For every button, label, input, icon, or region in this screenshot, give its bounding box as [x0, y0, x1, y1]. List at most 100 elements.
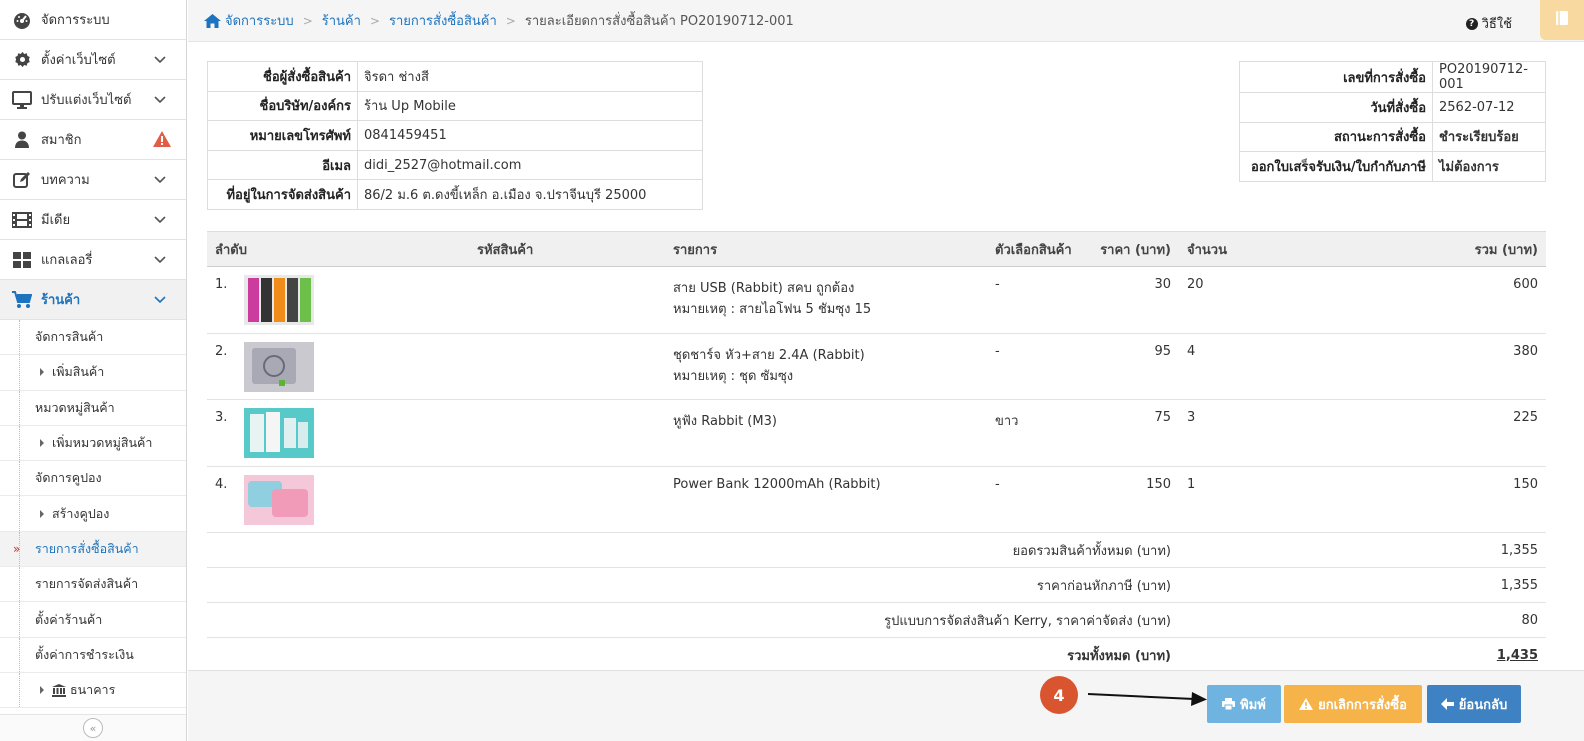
summary-row: รวมทั้งหมด (บาท) 1,435 [207, 637, 1546, 673]
warning-icon [153, 131, 171, 151]
row-item-cell: หูฟัง Rabbit (M3) [665, 399, 987, 467]
book-button[interactable] [1540, 0, 1584, 40]
product-thumbnail[interactable] [244, 474, 314, 525]
breadcrumb-current: รายละเอียดการสั่งซื้อสินค้า PO20190712-0… [524, 14, 794, 29]
sidebar-item-gallery[interactable]: แกลเลอรี่ [0, 240, 186, 280]
table-row: 2. ชุดชาร์จ หัว+สาย 2.4A (Rabbit) หมายเหต… [207, 333, 1546, 400]
sidebar-item-members[interactable]: สมาชิก [0, 120, 186, 160]
breadcrumb-link[interactable]: ร้านค้า [322, 10, 361, 31]
cart-icon [12, 290, 32, 310]
bank-icon [52, 683, 66, 697]
breadcrumb-link[interactable]: จัดการระบบ [225, 10, 294, 31]
summary-row: ราคาก่อนหักภาษี (บาท) 1,355 [207, 567, 1546, 603]
item-name: สาย USB (Rabbit) สคบ ถูกต้อง [673, 281, 855, 296]
home-icon[interactable] [204, 13, 221, 28]
help-link[interactable]: ? วิธีใช้ [1465, 13, 1512, 34]
back-button[interactable]: ย้อนกลับ [1427, 685, 1521, 723]
table-row: ออกใบเสร็จรับเงิน/ใบกำกับภาษี ไม่ต้องการ [1239, 151, 1546, 182]
sidebar-collapse-button[interactable]: « [83, 718, 103, 738]
sidebar-item-customize[interactable]: ปรับแต่งเว็บไซต์ [0, 80, 186, 120]
sidebar-sub-bank[interactable]: ธนาคาร [0, 672, 186, 709]
caret-right-icon [40, 439, 44, 448]
sidebar-sub-coupons[interactable]: จัดการคูปอง [0, 461, 186, 497]
row-price-cell: 30 [1092, 266, 1179, 334]
edit-icon [12, 170, 32, 190]
sidebar-sub-payment-settings[interactable]: ตั้งค่าการชำระเงิน [0, 637, 186, 673]
sidebar-sub-categories[interactable]: หมวดหมู่สินค้า [0, 390, 186, 426]
sidebar-item-site-settings[interactable]: ตั้งค่าเว็บไซต์ [0, 40, 186, 80]
company-label: ชื่อบริษัท/องค์กร [207, 90, 358, 122]
product-thumbnail[interactable] [244, 341, 314, 392]
sidebar-sub-shipments[interactable]: รายการจัดส่งสินค้า [0, 567, 186, 603]
row-item-cell: สาย USB (Rabbit) สคบ ถูกต้องหมายเหตุ : ส… [665, 266, 987, 334]
sidebar-item-label: จัดการระบบ [41, 13, 110, 28]
print-button[interactable]: พิมพ์ [1207, 685, 1281, 723]
breadcrumb-separator: > [369, 13, 380, 28]
shipping-value: 80 [1179, 602, 1546, 638]
question-icon: ? [1465, 17, 1478, 30]
help-label: วิธีใช้ [1481, 17, 1512, 32]
monitor-icon [12, 90, 32, 110]
chevron-down-icon [154, 213, 166, 228]
customer-name-value: จิรดา ช่างสี [357, 61, 703, 92]
sidebar-sub-orders[interactable]: » รายการสั่งซื้อสินค้า [0, 531, 186, 568]
order-number-value: PO20190712-001 [1432, 61, 1546, 93]
sidebar-item-label: มีเดีย [41, 213, 71, 228]
table-row: วันที่สั่งซื้อ 2562-07-12 [1239, 92, 1546, 123]
product-thumbnail[interactable] [244, 408, 314, 458]
printer-icon [1222, 698, 1236, 710]
row-option-cell: - [987, 333, 1092, 400]
row-total-cell: 380 [1235, 333, 1546, 400]
chevron-down-icon [154, 293, 166, 308]
sidebar-sub-shop-settings[interactable]: ตั้งค่าร้านค้า [0, 602, 186, 638]
chevron-down-icon [154, 53, 166, 68]
column-header-code: รหัสสินค้า [469, 231, 665, 267]
item-note: หมายเหตุ : สายไอโฟน 5 ชัมซุง 15 [673, 302, 872, 317]
row-option-cell: ขาว [987, 399, 1092, 467]
table-row: อีเมล didi_2527@hotmail.com [207, 149, 703, 181]
column-header-price: ราคา (บาท) [1092, 231, 1179, 267]
sidebar-item-label: ร้านค้า [41, 293, 81, 308]
row-price-cell: 75 [1092, 399, 1179, 467]
sidebar-sub-manage-products[interactable]: จัดการสินค้า [0, 320, 186, 356]
chevron-down-icon [154, 93, 166, 108]
sidebar-sub-label: ตั้งค่าร้านค้า [35, 611, 103, 627]
summary-row: ยอดรวมสินค้าทั้งหมด (บาท) 1,355 [207, 532, 1546, 568]
print-label: พิมพ์ [1240, 697, 1266, 713]
order-status-value: ชำระเรียบร้อย [1432, 121, 1546, 153]
sidebar-sub-create-coupon[interactable]: สร้างคูปอง [0, 496, 186, 532]
book-icon [1555, 10, 1569, 30]
company-value: ร้าน Up Mobile [357, 90, 703, 122]
sidebar-item-media[interactable]: มีเดีย [0, 200, 186, 240]
caret-right-icon [40, 368, 44, 377]
order-info-table: เลขที่การสั่งซื้อ PO20190712-001 วันที่สั… [1239, 61, 1546, 182]
sidebar-item-dashboard[interactable]: จัดการระบบ [0, 0, 186, 40]
product-thumbnail[interactable] [244, 275, 314, 325]
sidebar-sub-add-category[interactable]: เพิ่มหมวดหมู่สินค้า [0, 425, 186, 462]
shipping-label: รูปแบบการจัดส่งสินค้า Kerry, ราคาค่าจัดส… [207, 602, 1179, 638]
cancel-order-button[interactable]: ยกเลิกการสั่งซื้อ [1284, 685, 1422, 723]
row-item-cell: Power Bank 12000mAh (Rabbit) [665, 466, 987, 533]
sidebar-sub-label: หมวดหมู่สินค้า [35, 399, 115, 415]
sidebar-sub-add-product[interactable]: เพิ่มสินค้า [0, 355, 186, 391]
film-icon [12, 210, 32, 230]
breadcrumb-link[interactable]: รายการสั่งซื้อสินค้า [389, 10, 497, 31]
sidebar-item-label: แกลเลอรี่ [41, 253, 93, 268]
receipt-value: ไม่ต้องการ [1432, 151, 1546, 182]
row-total-cell: 150 [1235, 466, 1546, 533]
sidebar-item-label: ปรับแต่งเว็บไซต์ [41, 93, 132, 108]
sidebar: จัดการระบบ ตั้งค่าเว็บไซต์ ปรับแต่งเว็บไ… [0, 0, 187, 741]
sidebar-item-articles[interactable]: บทความ [0, 160, 186, 200]
row-option-cell: - [987, 266, 1092, 334]
sidebar-collapse-bar: « [0, 714, 186, 741]
sidebar-sub-label: ตั้งค่าการชำระเงิน [35, 646, 134, 662]
user-icon [12, 130, 32, 150]
row-item-cell: ชุดชาร์จ หัว+สาย 2.4A (Rabbit) หมายเหตุ :… [665, 333, 987, 400]
pretax-value: 1,355 [1179, 567, 1546, 603]
arrow-right-icon [1087, 692, 1207, 706]
sidebar-item-shop[interactable]: ร้านค้า [0, 280, 186, 320]
column-header-total: รวม (บาท) [1235, 231, 1546, 267]
row-code-cell [469, 333, 665, 400]
row-qty-cell: 20 [1179, 266, 1235, 334]
arrow-left-icon [1440, 698, 1454, 710]
